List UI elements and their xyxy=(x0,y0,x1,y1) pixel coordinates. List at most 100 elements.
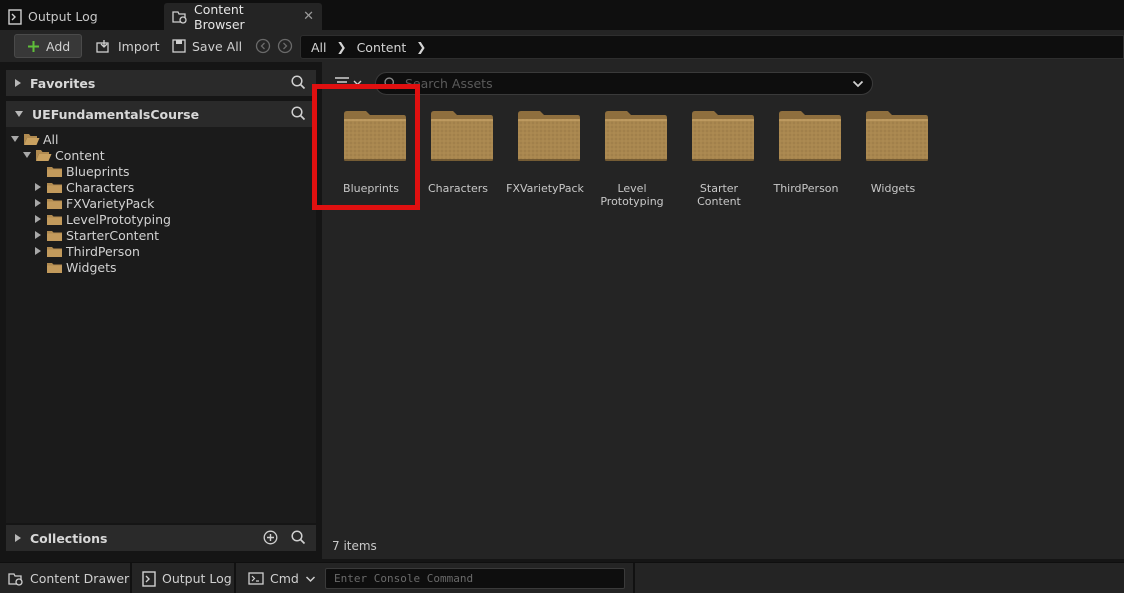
tab-content-browser[interactable]: Content Browser ✕ xyxy=(164,1,322,32)
save-all-button[interactable]: Save All xyxy=(166,34,248,58)
folder-label: ThirdPerson xyxy=(766,182,846,195)
folder-tile[interactable]: Starter Content xyxy=(679,110,759,220)
chevron-right-icon[interactable]: ❯ xyxy=(416,40,426,54)
caret-right-icon[interactable] xyxy=(33,230,43,240)
folder-icon xyxy=(46,213,63,226)
folder-label-line1: Characters xyxy=(427,182,489,195)
favorites-header[interactable]: Favorites xyxy=(6,70,316,96)
tree-item-all[interactable]: All xyxy=(10,131,59,147)
save-all-label: Save All xyxy=(192,38,243,54)
tree-item-characters[interactable]: Characters xyxy=(33,179,134,195)
tab-bar: Output Log Content Browser ✕ xyxy=(0,0,1124,32)
add-button[interactable]: Add xyxy=(14,34,82,58)
tree-item-widgets[interactable]: Widgets xyxy=(33,259,117,275)
back-arrow-icon[interactable] xyxy=(255,38,271,54)
tree-item-levelprototyping[interactable]: LevelPrototyping xyxy=(33,211,171,227)
chevron-down-icon xyxy=(305,575,316,583)
tab-label: Content Browser xyxy=(194,1,245,32)
project-label: UEFundamentalsCourse xyxy=(32,106,200,122)
folder-label: Characters xyxy=(418,182,498,195)
tree-item-label: Blueprints xyxy=(66,163,130,179)
search-icon[interactable] xyxy=(291,106,306,121)
search-input[interactable] xyxy=(405,76,845,91)
add-circle-icon[interactable] xyxy=(263,530,278,545)
tree-item-label: StarterContent xyxy=(66,227,160,243)
content-browser-icon xyxy=(8,572,24,586)
folder-icon xyxy=(516,110,582,162)
breadcrumb-all[interactable]: All xyxy=(311,40,327,55)
folder-label: Widgets xyxy=(853,182,933,195)
folder-icon xyxy=(46,245,63,258)
tree-item-label: LevelPrototyping xyxy=(66,211,171,227)
search-icon[interactable] xyxy=(291,530,306,545)
tree-item-label: Widgets xyxy=(66,259,117,275)
output-log-label: Output Log xyxy=(162,571,232,586)
tree-item-label: All xyxy=(43,131,59,147)
divider xyxy=(130,563,132,593)
tab-label: Output Log xyxy=(28,9,98,24)
caret-right-icon[interactable] xyxy=(33,182,43,192)
folder-label: FXVarietyPack xyxy=(505,182,585,195)
folder-tile[interactable]: FXVarietyPack xyxy=(505,110,585,220)
folder-tile[interactable]: Characters xyxy=(418,110,498,220)
cmd-dropdown[interactable]: Cmd xyxy=(248,563,316,593)
chevron-down-icon[interactable] xyxy=(852,79,864,89)
folder-tile[interactable]: Blueprints xyxy=(331,110,411,220)
breadcrumb-content[interactable]: Content xyxy=(357,40,407,55)
folder-label-line1: ThirdPerson xyxy=(773,182,839,195)
filter-icon[interactable] xyxy=(334,76,364,90)
folder-icon xyxy=(342,110,408,162)
folder-label: Level Prototyping xyxy=(592,182,672,208)
tree-item-thirdperson[interactable]: ThirdPerson xyxy=(33,243,140,259)
forward-arrow-icon[interactable] xyxy=(277,38,293,54)
content-drawer-button[interactable]: Content Drawer xyxy=(8,563,129,593)
folder-icon xyxy=(864,110,930,162)
folder-icon xyxy=(429,110,495,162)
collections-header[interactable]: Collections xyxy=(6,525,316,551)
tree-item-blueprints[interactable]: Blueprints xyxy=(33,163,130,179)
plus-icon xyxy=(27,40,40,53)
project-header[interactable]: UEFundamentalsCourse xyxy=(6,101,316,127)
caret-down-icon[interactable] xyxy=(22,150,32,160)
import-button[interactable]: Import xyxy=(90,34,166,58)
chevron-right-icon[interactable]: ❯ xyxy=(337,40,347,54)
tree-item-fxvarietypack[interactable]: FXVarietyPack xyxy=(33,195,154,211)
tree-item-startercontent[interactable]: StarterContent xyxy=(33,227,159,243)
tree-item-label: ThirdPerson xyxy=(66,243,140,259)
save-icon xyxy=(172,39,186,53)
content-browser-icon xyxy=(172,10,188,24)
tree-item-content[interactable]: Content xyxy=(22,147,105,163)
import-label: Import xyxy=(118,38,160,54)
search-icon[interactable] xyxy=(291,75,306,90)
folder-icon xyxy=(46,181,63,194)
output-log-button[interactable]: Output Log xyxy=(142,563,232,593)
folder-icon xyxy=(46,197,63,210)
folder-label: Blueprints xyxy=(331,182,411,195)
divider xyxy=(234,563,236,593)
tree-item-label: FXVarietyPack xyxy=(66,195,155,211)
item-count: 7 items xyxy=(332,539,377,553)
caret-right-icon[interactable] xyxy=(33,198,43,208)
caret-down-icon[interactable] xyxy=(10,134,20,144)
divider xyxy=(633,563,635,593)
search-icon xyxy=(384,77,397,90)
search-assets-box[interactable] xyxy=(375,72,873,95)
sources-panel: Favorites UEFundamentalsCourse All Conte… xyxy=(0,62,322,559)
folder-label-line1: Level xyxy=(617,182,647,195)
breadcrumb: All ❯ Content ❯ xyxy=(300,35,1124,59)
folder-tile[interactable]: Widgets xyxy=(853,110,933,220)
folder-tile[interactable]: Level Prototyping xyxy=(592,110,672,220)
caret-down-icon xyxy=(14,110,24,118)
caret-right-icon[interactable] xyxy=(33,214,43,224)
folder-tile[interactable]: ThirdPerson xyxy=(766,110,846,220)
output-log-icon xyxy=(8,8,22,25)
caret-right-icon xyxy=(14,78,22,88)
close-icon[interactable]: ✕ xyxy=(303,9,314,24)
tab-output-log[interactable]: Output Log xyxy=(0,3,160,30)
caret-right-icon[interactable] xyxy=(33,246,43,256)
folder-icon xyxy=(690,110,756,162)
folder-label: Starter Content xyxy=(679,182,759,208)
status-bar: Content Drawer Output Log Cmd xyxy=(0,562,1124,593)
console-command-input[interactable] xyxy=(325,568,625,589)
